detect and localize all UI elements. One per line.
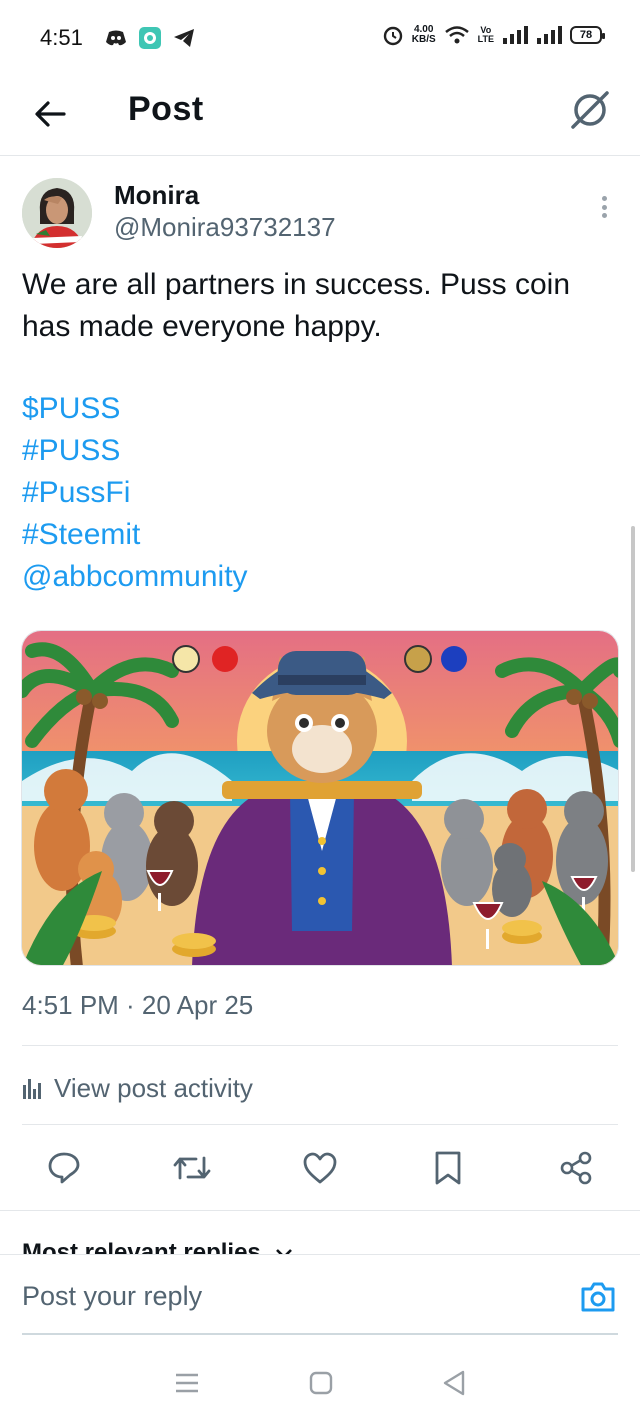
post-text: We are all partners in success. Puss coi… [22,264,622,348]
repost-icon [173,1156,211,1180]
post-tags: $PUSS #PUSS #PussFi #Steemit @abbcommuni… [22,388,248,598]
reply-input[interactable]: Post your reply [22,1281,202,1312]
more-options-button[interactable] [592,192,616,222]
post-text-line: We are all partners in success. Puss coi… [22,268,571,301]
post-timestamp: 4:51 PM · 20 Apr 25 [22,990,254,1020]
telegram-icon [173,29,194,47]
net-speed: 4.00 KB/S [411,24,436,45]
hashtag-link[interactable]: #PussFi [22,472,248,514]
share-icon [560,1151,592,1185]
home-square-icon [309,1371,333,1394]
cashtag-link[interactable]: $PUSS [22,388,248,430]
replies-sort-label[interactable]: Most relevant replies [22,1239,293,1254]
share-button[interactable] [556,1148,596,1188]
avatar-image [22,178,92,248]
grok-icon [571,91,609,129]
post-header: Post [0,76,640,156]
status-bar: 4:51 4.00 KB/S Vo LTE 78 [0,0,640,76]
mention-link[interactable]: @abbcommunity [22,556,248,598]
hashtag-link[interactable]: #PUSS [22,430,248,472]
camera-button[interactable] [580,1281,616,1317]
system-back-button[interactable] [442,1370,466,1401]
scrollbar[interactable] [631,526,635,872]
post-text-line: has made everyone happy. [22,310,382,343]
status-time: 4:51 [40,25,83,50]
menu-icon [176,1373,199,1392]
avatar[interactable] [22,178,92,248]
like-button[interactable] [300,1148,340,1188]
battery-indicator: 78 [570,26,605,44]
replies-sort-strip: Most relevant replies [0,1210,640,1254]
system-nav-bar [0,1348,640,1422]
bookmark-button[interactable] [428,1148,468,1188]
view-post-activity[interactable]: View post activity [22,1068,253,1108]
signal-icon-2 [537,26,562,44]
reply-composer: Post your reply [0,1254,640,1348]
activity-label: View post activity [54,1072,253,1103]
analytics-icon [23,1079,41,1099]
page-title: Post [128,90,204,128]
hashtag-link[interactable]: #Steemit [22,514,248,556]
reply-button[interactable] [44,1148,84,1188]
divider [22,1045,618,1046]
more-dot-icon [601,204,607,210]
repost-button[interactable] [172,1148,212,1188]
author-name[interactable]: Monira [114,180,199,211]
reply-underline [22,1333,618,1335]
back-arrow-icon [35,101,66,127]
notification-icons [105,27,195,49]
triangle-back-icon [443,1370,464,1395]
system-status-icons: 4.00 KB/S Vo LTE 78 [382,24,605,46]
back-button[interactable] [30,94,70,134]
chat-app-icon [138,27,161,49]
more-dot-icon [601,196,607,201]
more-dot-icon [601,213,607,218]
author-handle[interactable]: @Monira93732137 [114,212,336,243]
volte-indicator: Vo LTE [477,25,494,44]
camera-icon [581,1282,615,1312]
post-image[interactable] [21,630,619,966]
reply-icon [48,1152,80,1184]
recent-apps-button[interactable] [174,1372,200,1399]
grok-button[interactable] [566,86,614,134]
heart-icon [303,1152,337,1184]
discord-icon [105,30,126,46]
post-actions [22,1140,618,1196]
bookmark-icon [435,1151,461,1185]
alarm-icon [383,26,402,46]
home-button[interactable] [309,1371,333,1400]
divider [22,1124,618,1125]
wifi-icon [444,26,469,44]
signal-icon [503,26,528,44]
post-illustration [22,631,618,965]
